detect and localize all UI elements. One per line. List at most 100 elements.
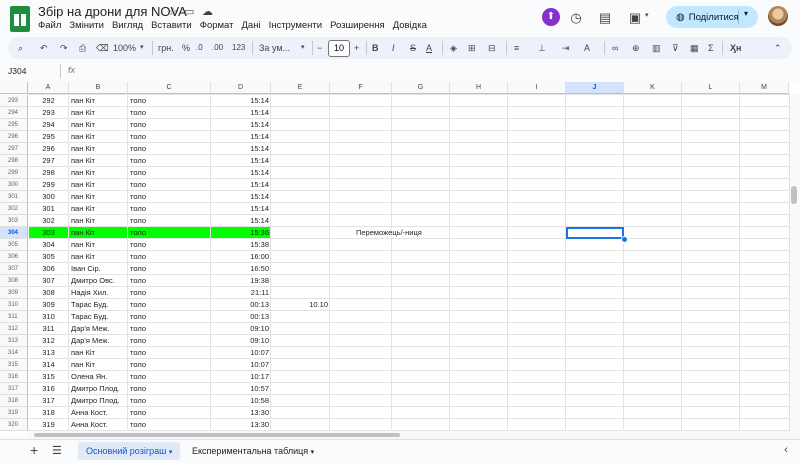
row-header[interactable]: 296	[0, 131, 28, 143]
cell-number[interactable]: 317	[28, 395, 69, 407]
cell-number[interactable]: 316	[28, 383, 69, 395]
cell-source[interactable]: толо	[128, 347, 211, 359]
row-header[interactable]: 301	[0, 191, 28, 203]
cell-source[interactable]: толо	[128, 95, 211, 107]
cell-time[interactable]: 13:30	[211, 407, 271, 419]
redo-icon[interactable]: ↷	[60, 40, 68, 56]
horizontal-scroll-thumb[interactable]	[34, 433, 400, 437]
borders-icon[interactable]: ⊞	[468, 40, 476, 56]
row-header[interactable]: 318	[0, 395, 28, 407]
cell-time[interactable]: 15:14	[211, 191, 271, 203]
cell-time[interactable]: 21:11	[211, 287, 271, 299]
chevron-down-icon[interactable]: ▾	[744, 9, 748, 18]
cell-source[interactable]: толо	[128, 263, 211, 275]
select-all-corner[interactable]	[0, 82, 28, 94]
cell-source[interactable]: толо	[128, 419, 211, 431]
chevron-down-icon[interactable]: ▾	[169, 449, 173, 456]
text-color-icon[interactable]: A	[426, 40, 432, 56]
cell-name[interactable]: пан Кіт	[69, 191, 128, 203]
cell-time[interactable]: 16:50	[211, 263, 271, 275]
cell-name[interactable]: пан Кіт	[69, 179, 128, 191]
cell-time[interactable]: 15:38	[211, 239, 271, 251]
strikethrough-icon[interactable]: S	[410, 40, 416, 56]
cell-time[interactable]: 15:14	[211, 119, 271, 131]
row-header[interactable]: 300	[0, 179, 28, 191]
cell-name[interactable]: пан Кіт	[69, 95, 128, 107]
cell-number[interactable]: 293	[28, 107, 69, 119]
column-header-b[interactable]: B	[69, 82, 128, 94]
row-header[interactable]: 317	[0, 383, 28, 395]
cell-number[interactable]: 305	[28, 251, 69, 263]
row-header[interactable]: 320	[0, 419, 28, 431]
cell-name[interactable]: Анна Кост.	[69, 407, 128, 419]
cell-time[interactable]: 15:36	[211, 227, 271, 239]
wrap-icon[interactable]: ⇥	[562, 40, 570, 56]
cell-name[interactable]: пан Кіт	[69, 239, 128, 251]
paint-format-icon[interactable]: ⌫	[96, 40, 109, 56]
selected-cell[interactable]	[566, 227, 624, 239]
cell-number[interactable]: 310	[28, 311, 69, 323]
column-header-h[interactable]: H	[450, 82, 508, 94]
cell-source[interactable]: толо	[128, 227, 211, 239]
cell-number[interactable]: 294	[28, 119, 69, 131]
column-header-l[interactable]: L	[682, 82, 740, 94]
filter-icon[interactable]: ⊽	[672, 40, 679, 56]
row-header[interactable]: 298	[0, 155, 28, 167]
cell-source[interactable]: толо	[128, 275, 211, 287]
cell-time[interactable]: 15:14	[211, 215, 271, 227]
cell-source[interactable]: толо	[128, 179, 211, 191]
cell-name[interactable]: пан Кіт	[69, 203, 128, 215]
cell-time[interactable]: 15:14	[211, 143, 271, 155]
font-size-increase-button[interactable]: +	[354, 40, 359, 56]
cell-date[interactable]: 10.10	[271, 299, 330, 311]
row-header[interactable]: 306	[0, 251, 28, 263]
cell-name[interactable]: Дмитро Овс.	[69, 275, 128, 287]
link-icon[interactable]: ∞	[612, 40, 618, 56]
cell-name[interactable]: Анна Кост.	[69, 419, 128, 431]
row-header[interactable]: 316	[0, 371, 28, 383]
zoom-select[interactable]: 100%	[113, 40, 136, 56]
cell-number[interactable]: 296	[28, 143, 69, 155]
cell-number[interactable]: 299	[28, 179, 69, 191]
italic-icon[interactable]: I	[392, 40, 395, 56]
cell-name[interactable]: Дар'я Меж.	[69, 323, 128, 335]
cell-name[interactable]: пан Кіт	[69, 131, 128, 143]
percent-button[interactable]: %	[182, 40, 190, 56]
row-header[interactable]: 313	[0, 335, 28, 347]
cell-source[interactable]: толо	[128, 203, 211, 215]
cell-time[interactable]: 16:00	[211, 251, 271, 263]
row-header[interactable]: 293	[0, 95, 28, 107]
cell-time[interactable]: 10:58	[211, 395, 271, 407]
cell-source[interactable]: толо	[128, 155, 211, 167]
menu-insert[interactable]: Вставити	[151, 20, 192, 34]
cell-number[interactable]: 292	[28, 95, 69, 107]
cell-name[interactable]: Тарас Буд.	[69, 299, 128, 311]
cell-time[interactable]: 10:07	[211, 359, 271, 371]
row-header[interactable]: 294	[0, 107, 28, 119]
increase-decimal-button[interactable]: .00	[212, 40, 223, 56]
cell-number[interactable]: 308	[28, 287, 69, 299]
cell-source[interactable]: толо	[128, 167, 211, 179]
cell-name[interactable]: пан Кіт	[69, 347, 128, 359]
avatar[interactable]	[768, 6, 788, 26]
row-header[interactable]: 310	[0, 299, 28, 311]
cell-time[interactable]: 15:14	[211, 95, 271, 107]
cell-name[interactable]: пан Кіт	[69, 227, 128, 239]
cell-time[interactable]: 09:10	[211, 335, 271, 347]
cell-number[interactable]: 318	[28, 407, 69, 419]
merge-icon[interactable]: ⊟	[488, 40, 496, 56]
column-header-d[interactable]: D	[211, 82, 271, 94]
row-header[interactable]: 303	[0, 215, 28, 227]
cell-number[interactable]: 303	[28, 227, 69, 239]
cell-number[interactable]: 306	[28, 263, 69, 275]
vertical-scrollbar[interactable]	[789, 94, 800, 434]
row-header[interactable]: 308	[0, 275, 28, 287]
cell-name[interactable]: Дар'я Меж.	[69, 335, 128, 347]
row-header[interactable]: 304	[0, 227, 28, 239]
cell-number[interactable]: 311	[28, 323, 69, 335]
column-header-g[interactable]: G	[392, 82, 450, 94]
cell-time[interactable]: 15:14	[211, 203, 271, 215]
row-header[interactable]: 319	[0, 407, 28, 419]
cell-source[interactable]: толо	[128, 407, 211, 419]
cell-source[interactable]: толо	[128, 299, 211, 311]
